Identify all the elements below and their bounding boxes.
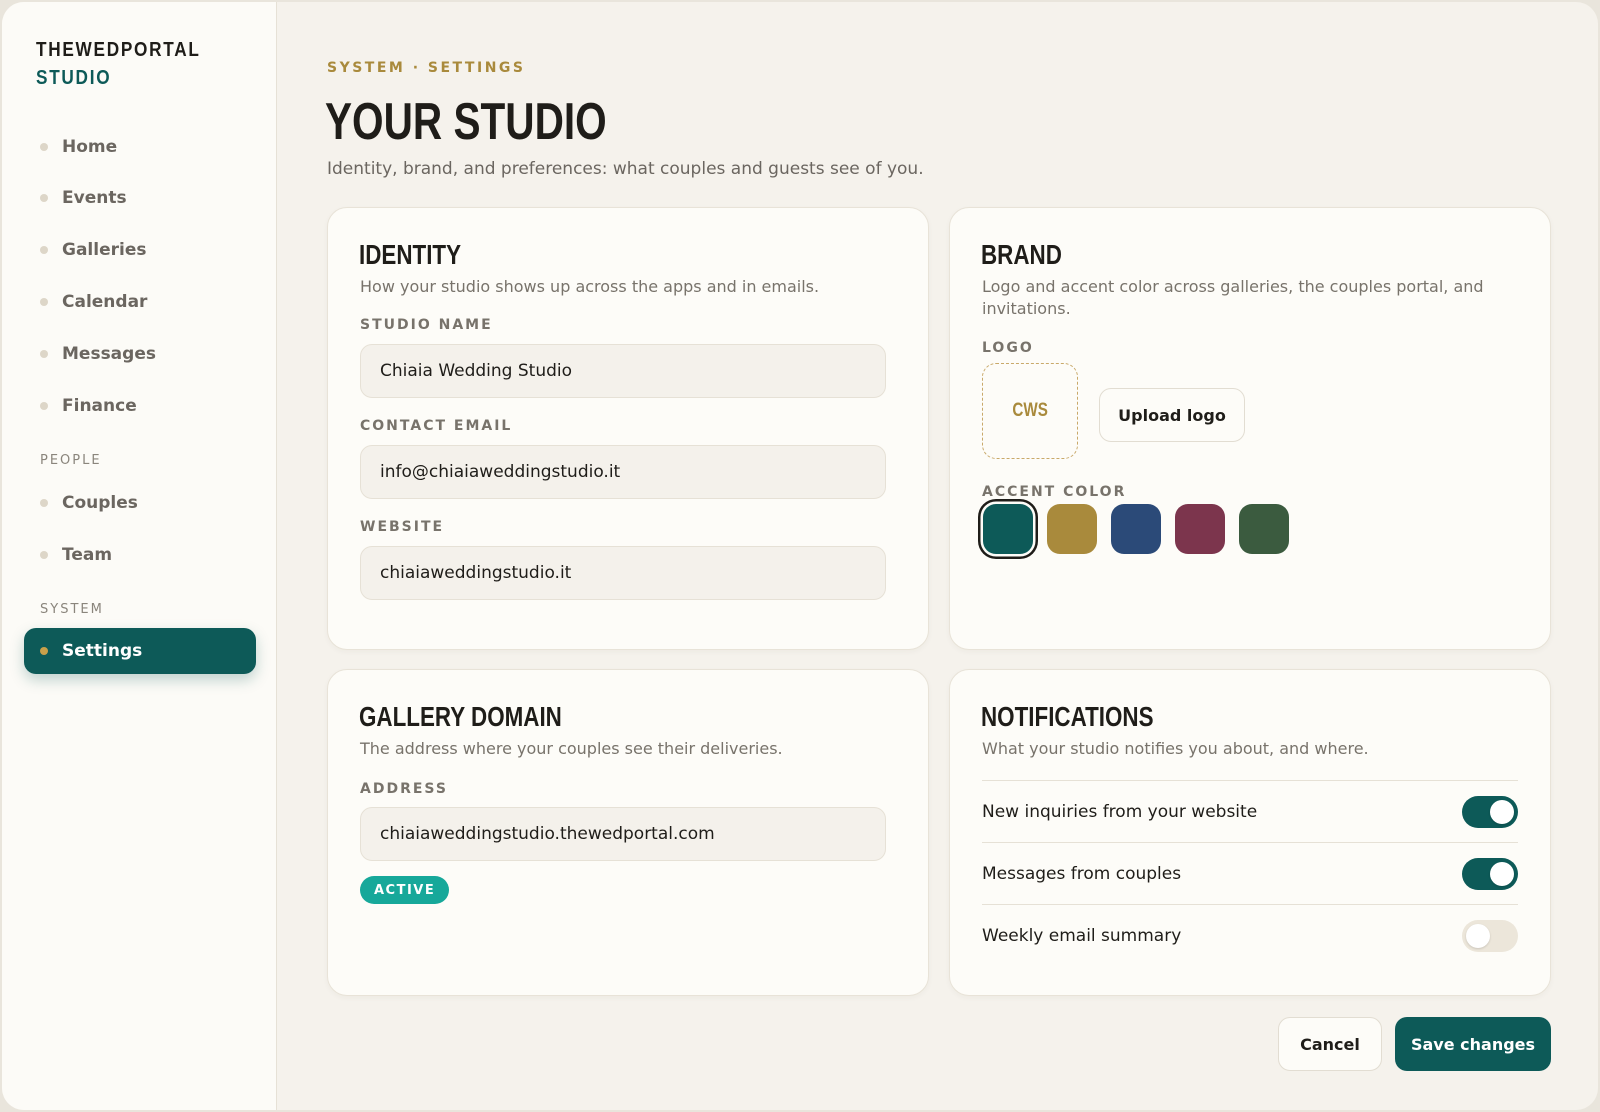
brand-subname: STUDIO xyxy=(36,67,112,89)
card-title: GALLERY DOMAIN xyxy=(359,701,562,732)
section-header-system: SYSTEM xyxy=(40,602,104,617)
save-changes-button[interactable]: Save changes xyxy=(1395,1017,1551,1071)
card-description: What your studio notifies you about, and… xyxy=(982,739,1369,758)
notification-label: New inquiries from your website xyxy=(982,801,1258,822)
sidebar-item-label: Finance xyxy=(62,396,137,416)
address-input[interactable] xyxy=(360,807,886,861)
section-header-people: PEOPLE xyxy=(40,453,102,468)
sidebar-item-label: Settings xyxy=(62,641,143,661)
inquiries-toggle[interactable] xyxy=(1462,795,1518,828)
page-title: YOUR STUDIO xyxy=(325,93,607,151)
logo-label: LOGO xyxy=(982,340,1034,356)
notification-label: Messages from couples xyxy=(982,863,1182,884)
sidebar-item-label: Team xyxy=(62,545,113,565)
sidebar-item-galleries[interactable]: Galleries xyxy=(24,227,256,273)
card-description: The address where your couples see their… xyxy=(360,739,783,758)
bullet-icon xyxy=(40,246,48,254)
logo-preview[interactable]: CWS xyxy=(982,363,1078,459)
notifications-card: NOTIFICATIONS What your studio notifies … xyxy=(949,669,1551,996)
brand-name: THEWEDPORTAL xyxy=(36,39,201,61)
gallery-domain-card: GALLERY DOMAIN The address where your co… xyxy=(327,669,929,996)
website-label: WEBSITE xyxy=(360,519,445,535)
card-description-line2: invitations. xyxy=(982,299,1071,318)
breadcrumb: SYSTEM · SETTINGS xyxy=(327,60,526,76)
messages-toggle[interactable] xyxy=(1462,857,1518,890)
identity-card: IDENTITY How your studio shows up across… xyxy=(327,207,929,650)
bullet-icon xyxy=(40,350,48,358)
sidebar-item-calendar[interactable]: Calendar xyxy=(24,279,256,325)
notification-label: Weekly email summary xyxy=(982,925,1182,946)
sidebar-item-team[interactable]: Team xyxy=(24,532,256,578)
accent-swatch-plum[interactable] xyxy=(1175,504,1225,554)
toggle-knob xyxy=(1466,923,1490,948)
brand-card: BRAND Logo and accent color across galle… xyxy=(949,207,1551,650)
accent-swatch-teal[interactable] xyxy=(983,504,1033,554)
page-subtitle: Identity, brand, and preferences: what c… xyxy=(327,159,924,179)
sidebar-item-finance[interactable]: Finance xyxy=(24,383,256,429)
accent-swatch-blue[interactable] xyxy=(1111,504,1161,554)
card-description-line1: Logo and accent color across galleries, … xyxy=(982,277,1484,296)
card-description: How your studio shows up across the apps… xyxy=(360,277,820,296)
sidebar-item-label: Home xyxy=(62,137,118,157)
toggle-knob xyxy=(1490,799,1514,824)
sidebar-item-messages[interactable]: Messages xyxy=(24,331,256,377)
contact-email-label: CONTACT EMAIL xyxy=(360,418,513,434)
bullet-icon xyxy=(40,499,48,507)
main-content: SYSTEM · SETTINGS YOUR STUDIO Identity, … xyxy=(277,2,1598,1110)
accent-color-label: ACCENT COLOR xyxy=(982,484,1127,500)
studio-name-input[interactable] xyxy=(360,344,886,398)
weekly-summary-toggle[interactable] xyxy=(1462,919,1518,952)
website-input[interactable] xyxy=(360,546,886,600)
sidebar-item-settings[interactable]: Settings xyxy=(24,628,256,674)
card-title: IDENTITY xyxy=(359,239,462,270)
bullet-icon xyxy=(40,647,48,655)
bullet-icon xyxy=(40,298,48,306)
bullet-icon xyxy=(40,551,48,559)
sidebar-item-label: Couples xyxy=(62,493,138,513)
sidebar-item-label: Galleries xyxy=(62,240,147,260)
notification-row-messages: Messages from couples xyxy=(982,842,1518,904)
bullet-icon xyxy=(40,402,48,410)
sidebar: THEWEDPORTAL STUDIO Home Events Gallerie… xyxy=(2,2,277,1110)
card-title: NOTIFICATIONS xyxy=(981,701,1154,732)
contact-email-input[interactable] xyxy=(360,445,886,499)
bullet-icon xyxy=(40,194,48,202)
sidebar-item-couples[interactable]: Couples xyxy=(24,480,256,526)
address-label: ADDRESS xyxy=(360,781,448,797)
app-window: THEWEDPORTAL STUDIO Home Events Gallerie… xyxy=(2,2,1598,1110)
sidebar-item-label: Messages xyxy=(62,344,156,364)
logo-monogram: CWS xyxy=(1012,400,1048,421)
studio-name-label: STUDIO NAME xyxy=(360,317,493,333)
sidebar-item-label: Events xyxy=(62,188,127,208)
toggle-knob xyxy=(1490,861,1514,886)
card-title: BRAND xyxy=(981,239,1062,270)
accent-swatch-green[interactable] xyxy=(1239,504,1289,554)
sidebar-item-events[interactable]: Events xyxy=(24,175,256,221)
brand-logo[interactable]: THEWEDPORTAL STUDIO xyxy=(36,36,227,92)
cancel-button[interactable]: Cancel xyxy=(1278,1017,1382,1071)
status-badge: ACTIVE xyxy=(360,876,450,904)
upload-logo-button[interactable]: Upload logo xyxy=(1099,388,1245,442)
notification-row-weekly-summary: Weekly email summary xyxy=(982,904,1518,966)
sidebar-item-home[interactable]: Home xyxy=(24,124,256,170)
bullet-icon xyxy=(40,143,48,151)
accent-swatch-gold[interactable] xyxy=(1047,504,1097,554)
notification-row-inquiries: New inquiries from your website xyxy=(982,780,1518,842)
sidebar-item-label: Calendar xyxy=(62,292,148,312)
